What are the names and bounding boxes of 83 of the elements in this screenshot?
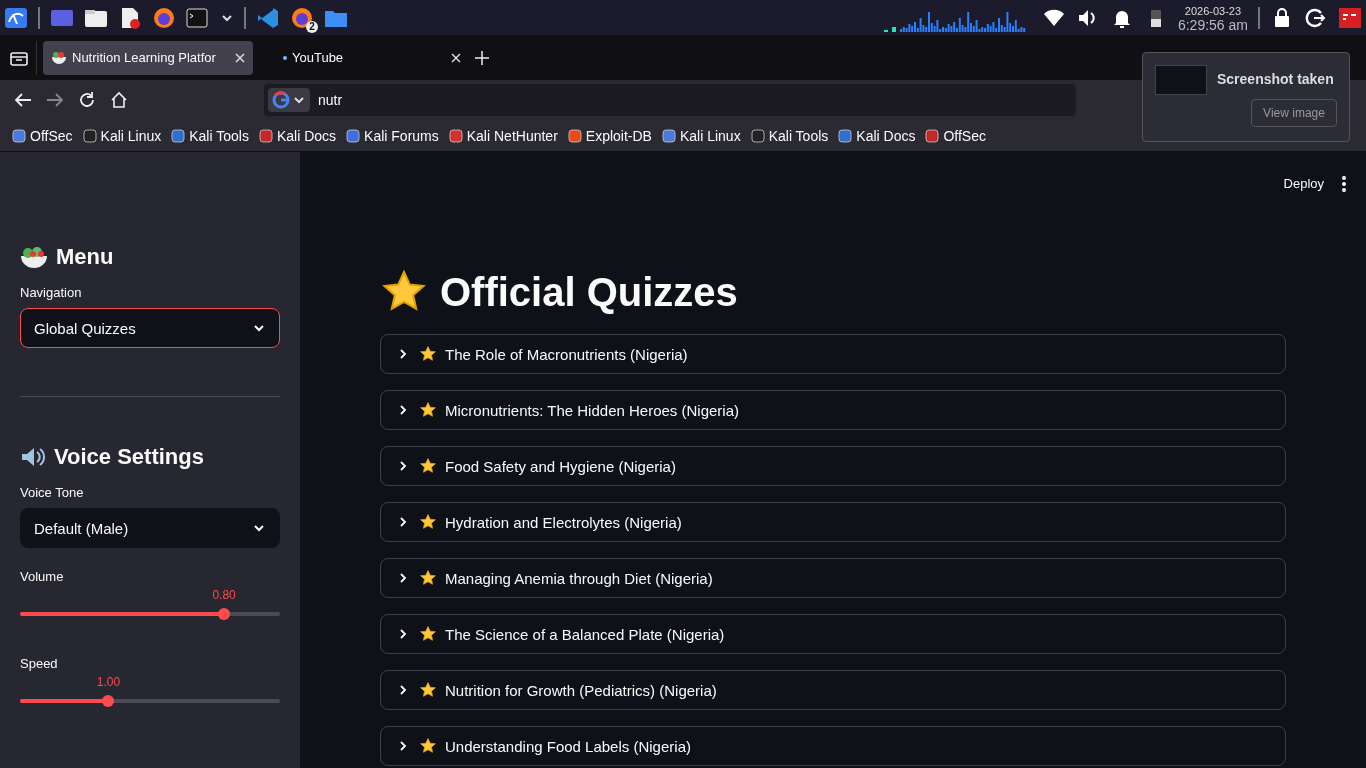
quiz-expander[interactable]: Hydration and Electrolytes (Nigeria): [380, 502, 1286, 542]
slider-value: 0.80: [212, 588, 236, 602]
quiz-expander[interactable]: Managing Anemia through Diet (Nigeria): [380, 558, 1286, 598]
clock-time: 6:29:56 am: [1177, 17, 1248, 32]
quiz-expander[interactable]: Food Safety and Hygiene (Nigeria): [380, 446, 1286, 486]
notification-title: Screenshot taken: [1217, 71, 1334, 87]
speaker-icon: [20, 445, 46, 469]
browser-tab[interactable]: YouTube: [259, 40, 469, 75]
chevron-right-icon: [397, 460, 409, 472]
bookmark-link[interactable]: Kali Forums: [364, 127, 439, 144]
star-icon: [419, 569, 437, 587]
bookmark-link[interactable]: OffSec: [30, 127, 73, 144]
bookmark-favicon-icon: [12, 128, 26, 143]
star-icon: [419, 625, 437, 643]
new-tab-icon[interactable]: [475, 50, 489, 65]
chevron-right-icon: [397, 404, 409, 416]
quiz-expander[interactable]: Micronutrients: The Hidden Heroes (Nigeria): [380, 390, 1286, 430]
bookmark-favicon-icon: [448, 128, 463, 143]
page-title: Official Quizzes: [440, 269, 738, 316]
slider-label: Speed: [20, 656, 59, 671]
close-icon[interactable]: [235, 52, 245, 63]
field-label: Navigation: [20, 285, 83, 300]
bookmark-favicon-icon: [258, 128, 273, 143]
bookmark-favicon-icon: [346, 128, 361, 143]
home-icon[interactable]: [110, 91, 128, 109]
star-icon: [419, 681, 437, 699]
quiz-expander[interactable]: The Science of a Balanced Plate (Nigeria): [380, 614, 1286, 654]
chevron-right-icon: [397, 740, 409, 752]
chevron-right-icon: [397, 516, 409, 528]
slider-thumb[interactable]: [218, 608, 231, 620]
bookmark-link[interactable]: Exploit-DB: [585, 127, 652, 144]
logout-icon[interactable]: [1304, 6, 1328, 29]
screenshot-thumbnail: [1155, 65, 1207, 95]
chevron-right-icon: [397, 572, 409, 584]
quiz-expander[interactable]: Nutrition for Growth (Pediatrics) (Nigeria): [380, 670, 1286, 710]
tab-title: YouTube: [292, 50, 345, 65]
bookmark-favicon-icon: [82, 128, 97, 143]
star-icon: [419, 737, 437, 755]
chevron-right-icon: [397, 348, 409, 360]
bookmark-favicon-icon: [925, 128, 940, 143]
close-icon[interactable]: [451, 52, 461, 63]
forward-icon[interactable]: [46, 92, 64, 108]
star-icon: [419, 401, 437, 419]
reload-icon[interactable]: [78, 91, 96, 109]
bookmark-link[interactable]: Kali Linux: [679, 127, 741, 144]
tab-title: Nutrition Learning Platfor: [72, 50, 217, 65]
quiz-expander[interactable]: The Role of Macronutrients (Nigeria): [380, 334, 1286, 374]
slider-label: Volume: [20, 569, 65, 584]
quiz-expander[interactable]: Understanding Food Labels (Nigeria): [380, 726, 1286, 766]
star-icon: [419, 513, 437, 531]
select-dropdown[interactable]: Default (Male): [20, 508, 280, 548]
more-options-icon[interactable]: [1342, 175, 1346, 192]
bookmark-link[interactable]: Kali Tools: [189, 127, 249, 144]
field-label: Voice Tone: [20, 485, 85, 500]
deploy-button[interactable]: Deploy: [1279, 174, 1328, 193]
bookmark-favicon-icon: [750, 128, 765, 143]
sidebar-heading: Voice Settings: [54, 444, 204, 470]
star-icon: [419, 457, 437, 475]
bookmark-favicon-icon: [838, 128, 853, 143]
chevron-right-icon: [397, 684, 409, 696]
bookmark-link[interactable]: OffSec: [943, 127, 986, 144]
bookmark-link[interactable]: Kali NetHunter: [466, 127, 558, 144]
salad-icon: [20, 245, 48, 269]
browser-tab[interactable]: Nutrition Learning Platfor: [43, 40, 253, 75]
salad-icon: [51, 50, 67, 65]
chevron-right-icon: [397, 628, 409, 640]
sidebar-heading: Menu: [56, 244, 114, 270]
select-dropdown[interactable]: Global Quizzes: [20, 308, 280, 348]
bookmark-link[interactable]: Kali Linux: [100, 127, 162, 144]
bookmark-link[interactable]: Kali Tools: [768, 127, 829, 144]
slider-thumb[interactable]: [102, 695, 115, 707]
star-icon: [419, 345, 437, 363]
bookmark-favicon-icon: [567, 128, 582, 143]
bookmark-favicon-icon: [171, 128, 186, 143]
back-icon[interactable]: [14, 92, 32, 108]
search-engine-icon: [272, 91, 290, 109]
bookmark-link[interactable]: Kali Docs: [276, 127, 337, 144]
bookmark-link[interactable]: Kali Docs: [856, 127, 916, 144]
date-text: 2026-03-23: [1184, 3, 1242, 18]
view-image-button[interactable]: View image: [1251, 99, 1337, 127]
bookmark-favicon-icon: [661, 128, 676, 143]
slider-value: 1.00: [96, 675, 121, 689]
address-bar[interactable]: nutr: [264, 84, 1076, 116]
